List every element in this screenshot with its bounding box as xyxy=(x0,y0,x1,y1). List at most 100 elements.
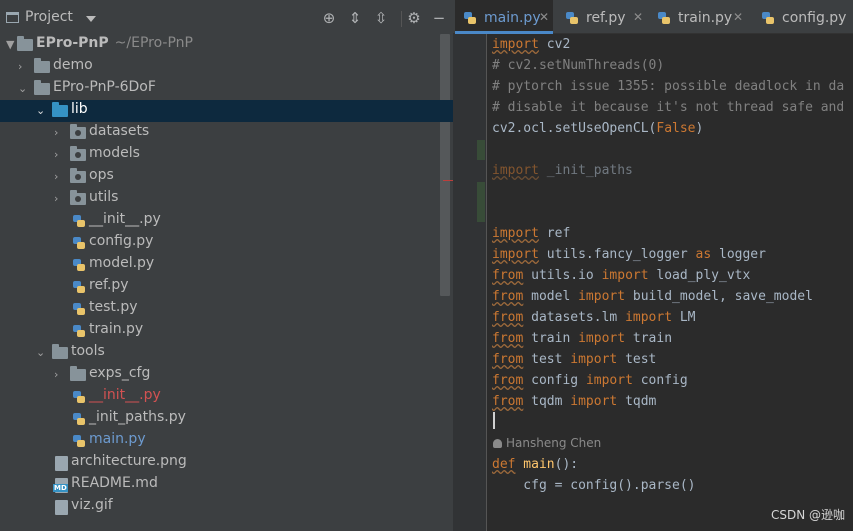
tree-item-ref-py[interactable]: ref.py xyxy=(0,276,453,298)
chevron-right-icon[interactable]: › xyxy=(18,61,28,73)
tree-item-utils[interactable]: › utils xyxy=(0,188,453,210)
tree-item-architecture-png[interactable]: architecture.png xyxy=(0,452,453,474)
tree-item-datasets[interactable]: › datasets xyxy=(0,122,453,144)
project-panel-header: Project ⊕ ⇕ ⇳ ⚙ − xyxy=(0,6,453,32)
tree-item-epro-pnp[interactable]: ▼ EPro-PnP ~/EPro-PnP xyxy=(0,34,453,56)
editor-gutter[interactable] xyxy=(453,34,487,531)
tree-item-label: ops xyxy=(89,167,114,183)
author-name: Hansheng Chen xyxy=(506,436,602,450)
image-file-icon xyxy=(55,456,68,471)
code-line: import ref xyxy=(492,223,570,244)
close-icon[interactable]: ✕ xyxy=(539,10,549,24)
folder-icon xyxy=(34,58,50,73)
tree-item-label: exps_cfg xyxy=(89,365,151,381)
text-caret xyxy=(493,412,495,429)
tree-item-config-py[interactable]: config.py xyxy=(0,232,453,254)
tree-item-label: config.py xyxy=(89,233,154,249)
project-window-icon xyxy=(6,12,19,23)
python-file-icon xyxy=(72,280,86,294)
code-token: cv2.ocl.setUseOpenCL( xyxy=(492,121,657,136)
tree-item-models[interactable]: › models xyxy=(0,144,453,166)
collapse-all-icon[interactable]: ⇳ xyxy=(372,9,390,27)
tree-item-demo[interactable]: › demo xyxy=(0,56,453,78)
tree-item-main-py[interactable]: main.py xyxy=(0,430,453,452)
code-token: build_model, save_model xyxy=(625,289,813,304)
tree-item-init-py[interactable]: __init__.py xyxy=(0,210,453,232)
chevron-right-icon[interactable]: › xyxy=(54,171,64,183)
tree-item-train-py[interactable]: train.py xyxy=(0,320,453,342)
close-icon[interactable]: ✕ xyxy=(733,10,743,24)
header-divider xyxy=(401,11,402,27)
tree-item-test-py[interactable]: test.py xyxy=(0,298,453,320)
tree-item-readme-md[interactable]: MD README.md xyxy=(0,474,453,496)
code-token: utils.io xyxy=(523,268,602,283)
gear-icon[interactable]: ⚙ xyxy=(405,9,423,27)
tree-item-epro-pnp-6dof[interactable]: ⌄ EPro-PnP-6DoF xyxy=(0,78,453,100)
tab-ref-py[interactable]: ref.py ✕ xyxy=(557,0,649,34)
tree-item-viz-gif[interactable]: viz.gif xyxy=(0,496,453,518)
code-token: LM xyxy=(672,310,696,325)
python-file-icon xyxy=(72,434,86,448)
python-file-icon xyxy=(72,236,86,250)
chevron-right-icon[interactable]: › xyxy=(54,369,64,381)
tree-item-tools-init-py[interactable]: __init__.py xyxy=(0,386,453,408)
code-token: cfg = config().parse() xyxy=(492,478,696,493)
tree-item-lib[interactable]: ⌄ lib xyxy=(0,100,453,122)
project-panel: Project ⊕ ⇕ ⇳ ⚙ − ▼ EPro-PnP ~/EPro-PnP ›… xyxy=(0,0,453,531)
chevron-down-icon[interactable]: ⌄ xyxy=(36,347,46,359)
code-token: load_ply_vtx xyxy=(648,268,751,283)
tab-config-py[interactable]: config.py xyxy=(753,0,853,34)
code-token-keyword: import xyxy=(601,268,649,283)
chevron-down-icon[interactable]: ▼ xyxy=(6,39,16,51)
tree-item-label: __init__.py xyxy=(89,211,161,227)
tree-item-label: main.py xyxy=(89,431,146,447)
locate-file-icon[interactable]: ⊕ xyxy=(320,9,338,27)
code-token: config xyxy=(523,373,586,388)
tab-label: main.py xyxy=(484,10,541,26)
code-token-keyword: import xyxy=(570,352,618,367)
code-author-hint[interactable]: Hansheng Chen xyxy=(493,436,601,450)
code-comment: # cv2.setNumThreads(0) xyxy=(492,58,665,73)
tree-item-init-paths-py[interactable]: _init_paths.py xyxy=(0,408,453,430)
tree-overflow-strip xyxy=(0,525,453,531)
project-panel-title: Project xyxy=(25,9,73,25)
code-token-keyword: as xyxy=(695,247,712,262)
tree-item-label: tools xyxy=(71,343,105,359)
tree-item-label: train.py xyxy=(89,321,144,337)
chevron-down-icon[interactable]: ⌄ xyxy=(36,105,46,117)
tree-item-model-py[interactable]: model.py xyxy=(0,254,453,276)
code-token-keyword: from xyxy=(492,394,524,409)
tab-train-py[interactable]: train.py ✕ xyxy=(649,0,749,34)
code-line: from model import build_model, save_mode… xyxy=(492,286,813,307)
code-comment: # disable it because it's not thread saf… xyxy=(492,100,845,115)
code-line: from test import test xyxy=(492,349,656,370)
expand-all-icon[interactable]: ⇕ xyxy=(346,9,364,27)
chevron-right-icon[interactable]: › xyxy=(54,193,64,205)
folder-icon xyxy=(52,344,68,359)
code-token-keyword: import xyxy=(492,226,539,241)
code-line: from train import train xyxy=(492,328,672,349)
code-token-function: main xyxy=(515,457,555,472)
close-icon[interactable]: ✕ xyxy=(633,10,643,24)
tree-item-label: __init__.py xyxy=(89,387,161,403)
code-line: import _init_paths xyxy=(492,160,633,181)
code-token: tqdm xyxy=(617,394,657,409)
tree-item-tools[interactable]: ⌄ tools xyxy=(0,342,453,364)
tree-item-ops[interactable]: › ops xyxy=(0,166,453,188)
tab-main-py[interactable]: main.py ✕ xyxy=(455,0,553,34)
gutter-divider xyxy=(486,34,487,531)
tree-item-exps-cfg[interactable]: › exps_cfg xyxy=(0,364,453,386)
chevron-right-icon[interactable]: › xyxy=(54,127,64,139)
minimize-icon[interactable]: − xyxy=(430,9,448,27)
vcs-change-marker xyxy=(477,140,485,160)
view-dropdown-icon[interactable] xyxy=(86,16,96,22)
tree-item-label: utils xyxy=(89,189,119,205)
tree-item-label: demo xyxy=(53,57,93,73)
code-line: # cv2.setNumThreads(0) xyxy=(492,55,664,76)
tree-item-label: lib xyxy=(71,101,88,117)
tree-item-label: models xyxy=(89,145,140,161)
code-line: # disable it because it's not thread saf… xyxy=(492,97,844,118)
chevron-down-icon[interactable]: ⌄ xyxy=(18,83,28,95)
code-token-keyword: import xyxy=(492,247,539,262)
chevron-right-icon[interactable]: › xyxy=(54,149,64,161)
